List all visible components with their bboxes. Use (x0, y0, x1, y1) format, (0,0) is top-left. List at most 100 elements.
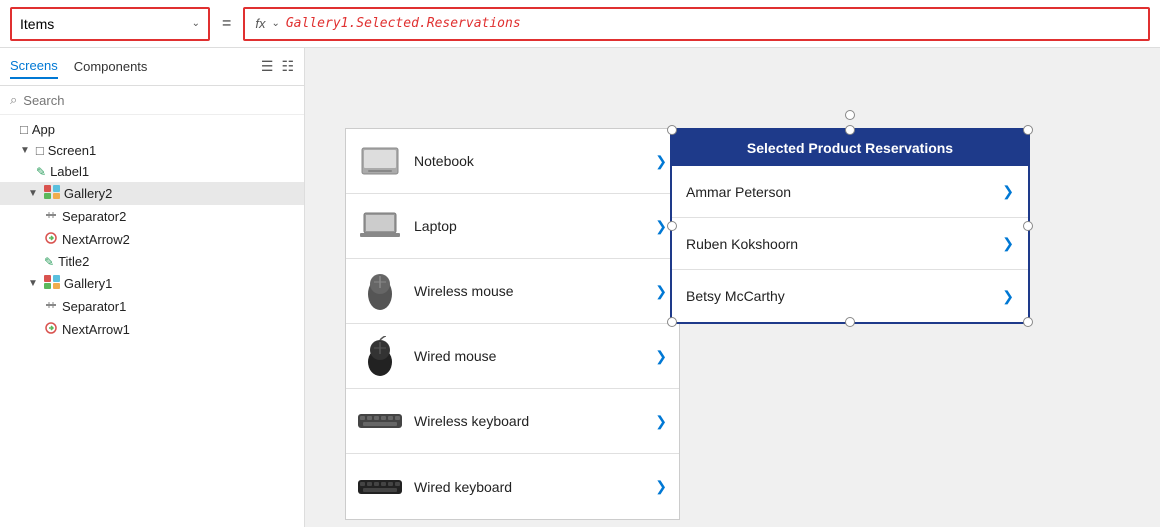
fx-chevron-icon[interactable]: ⌄ (271, 18, 279, 29)
list-item[interactable]: Wireless mouse ❯ (346, 259, 679, 324)
wireless-keyboard-icon (358, 402, 402, 440)
nextarrow-icon (44, 321, 58, 338)
reservations-header: Selected Product Reservations (672, 130, 1028, 166)
product-arrow-icon: ❯ (655, 413, 667, 430)
equals-sign: = (222, 15, 231, 33)
main-layout: Screens Components ☰ ☷ ⌕ □ App ▼ □ Scr (0, 48, 1160, 527)
tree-item-label: Separator2 (62, 209, 126, 224)
search-box: ⌕ (0, 86, 304, 115)
expand-arrow-icon[interactable]: ▼ (28, 278, 38, 289)
list-item[interactable]: Wired mouse ❯ (346, 324, 679, 389)
sidebar-item-app[interactable]: □ App (0, 119, 304, 140)
reservation-name: Ruben Kokshoorn (686, 236, 992, 252)
sidebar-item-label1[interactable]: ✎ Label1 (0, 161, 304, 182)
expand-arrow-icon[interactable]: ▼ (28, 188, 38, 199)
items-dropdown[interactable]: Items ⌄ (10, 7, 210, 41)
fx-icon: fx (255, 16, 265, 31)
product-name: Wireless mouse (414, 283, 643, 299)
selection-handle-bm[interactable] (845, 317, 855, 327)
tab-components[interactable]: Components (74, 55, 148, 78)
gallery-icon (44, 275, 60, 292)
nextarrow-icon (44, 231, 58, 248)
screen-icon: □ (36, 143, 44, 158)
grid-icon[interactable]: ☷ (281, 58, 294, 75)
label-icon: ✎ (36, 165, 46, 179)
formula-bar[interactable]: fx ⌄ Gallery1.Selected.Reservations (243, 7, 1150, 41)
gallery-icon (44, 185, 60, 202)
reservation-arrow-icon: ❯ (1002, 288, 1014, 305)
separator-icon (44, 298, 58, 315)
tab-screens[interactable]: Screens (10, 54, 58, 79)
reservation-item[interactable]: Betsy McCarthy ❯ (672, 270, 1028, 322)
product-name: Wireless keyboard (414, 413, 643, 429)
reservation-name: Ammar Peterson (686, 184, 992, 200)
sidebar-item-nextarrow2[interactable]: NextArrow2 (0, 228, 304, 251)
sidebar-item-screen1[interactable]: ▼ □ Screen1 (0, 140, 304, 161)
tree-item-label: Title2 (58, 254, 89, 269)
list-item[interactable]: Laptop ❯ (346, 194, 679, 259)
tree-item-label: NextArrow1 (62, 322, 130, 337)
tree-item-label: App (32, 122, 55, 137)
search-icon: ⌕ (10, 92, 17, 108)
product-name: Wired mouse (414, 348, 643, 364)
list-icon[interactable]: ☰ (261, 58, 274, 75)
selection-handle-mr[interactable] (1023, 221, 1033, 231)
app-icon: □ (20, 122, 28, 137)
notebook-icon (358, 142, 402, 180)
tree-item-label: Screen1 (48, 143, 96, 158)
product-name: Laptop (414, 218, 643, 234)
selection-handle-br[interactable] (1023, 317, 1033, 327)
wireless-mouse-icon (358, 272, 402, 310)
search-input[interactable] (23, 93, 294, 108)
reservation-arrow-icon: ❯ (1002, 183, 1014, 200)
laptop-icon (358, 207, 402, 245)
title-icon: ✎ (44, 255, 54, 269)
sidebar-item-gallery1[interactable]: ▼ Gallery1 (0, 272, 304, 295)
product-arrow-icon: ❯ (655, 348, 667, 365)
wired-keyboard-icon (358, 468, 402, 506)
product-arrow-icon: ❯ (655, 218, 667, 235)
sidebar-item-gallery2[interactable]: ▼ Gallery2 (0, 182, 304, 205)
canvas: Notebook ❯ Laptop ❯ (305, 48, 1160, 527)
selection-handle-bl[interactable] (667, 317, 677, 327)
reservations-panel: Selected Product Reservations Ammar Pete… (670, 128, 1030, 324)
selection-handle-tr[interactable] (1023, 125, 1033, 135)
selection-handle-tl[interactable] (667, 125, 677, 135)
selection-handle-tm[interactable] (845, 125, 855, 135)
tree-item-label: Label1 (50, 164, 89, 179)
product-name: Wired keyboard (414, 479, 643, 495)
tree-panel: □ App ▼ □ Screen1 ✎ Label1 ▼ (0, 115, 304, 527)
sidebar-item-separator1[interactable]: Separator1 (0, 295, 304, 318)
product-arrow-icon: ❯ (655, 283, 667, 300)
selection-handle-ml[interactable] (667, 221, 677, 231)
sidebar: Screens Components ☰ ☷ ⌕ □ App ▼ □ Scr (0, 48, 305, 527)
top-bar: Items ⌄ = fx ⌄ Gallery1.Selected.Reserva… (0, 0, 1160, 48)
sidebar-tabs: Screens Components ☰ ☷ (0, 48, 304, 86)
product-name: Notebook (414, 153, 643, 169)
tree-item-label: Gallery2 (64, 186, 112, 201)
sidebar-item-nextarrow1[interactable]: NextArrow1 (0, 318, 304, 341)
product-gallery: Notebook ❯ Laptop ❯ (345, 128, 680, 520)
rotation-handle[interactable] (845, 110, 855, 120)
reservation-arrow-icon: ❯ (1002, 235, 1014, 252)
tree-item-label: Gallery1 (64, 276, 112, 291)
reservation-item[interactable]: Ammar Peterson ❯ (672, 166, 1028, 218)
sidebar-item-title2[interactable]: ✎ Title2 (0, 251, 304, 272)
list-item[interactable]: Notebook ❯ (346, 129, 679, 194)
tree-item-label: NextArrow2 (62, 232, 130, 247)
formula-text: Gallery1.Selected.Reservations (286, 16, 521, 31)
product-arrow-icon: ❯ (655, 153, 667, 170)
tab-icons: ☰ ☷ (261, 58, 294, 75)
product-arrow-icon: ❯ (655, 478, 667, 495)
tree-item-label: Separator1 (62, 299, 126, 314)
separator-icon (44, 208, 58, 225)
items-label: Items (20, 16, 186, 32)
reservation-name: Betsy McCarthy (686, 288, 992, 304)
list-item[interactable]: Wired keyboard ❯ (346, 454, 679, 519)
reservation-item[interactable]: Ruben Kokshoorn ❯ (672, 218, 1028, 270)
wired-mouse-icon (358, 337, 402, 375)
expand-arrow-icon[interactable]: ▼ (20, 145, 30, 156)
sidebar-item-separator2[interactable]: Separator2 (0, 205, 304, 228)
dropdown-chevron-icon[interactable]: ⌄ (192, 18, 200, 29)
list-item[interactable]: Wireless keyboard ❯ (346, 389, 679, 454)
